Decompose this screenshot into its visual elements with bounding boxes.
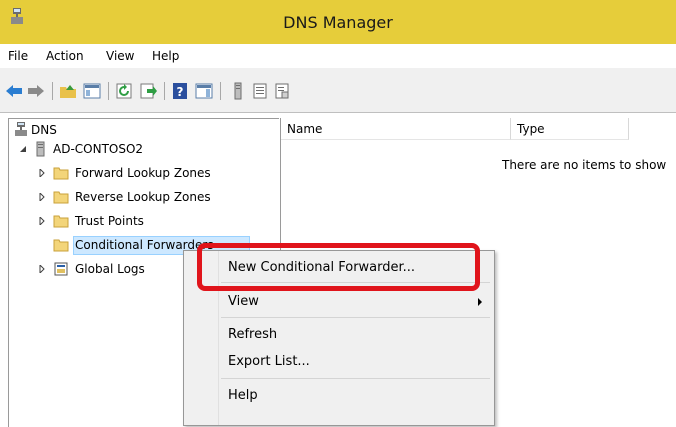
- server-node-icon: [36, 141, 45, 157]
- dns-root-icon: [15, 122, 27, 136]
- folder-icon: [53, 191, 69, 204]
- back-icon[interactable]: [4, 81, 24, 101]
- help-icon[interactable]: ?: [170, 81, 190, 101]
- menu-view[interactable]: View: [106, 49, 134, 63]
- submenu-arrow-icon: [478, 298, 482, 306]
- expand-icon[interactable]: [39, 169, 47, 177]
- menu-item-view[interactable]: View: [228, 294, 259, 309]
- tree-label-reverse-lookup-zones: Reverse Lookup Zones: [75, 190, 211, 204]
- tree-label-dns: DNS: [31, 123, 57, 137]
- tree-node-trust-points[interactable]: Trust Points: [33, 212, 273, 232]
- tree-label-server: AD-CONTOSO2: [53, 142, 144, 156]
- window-title: DNS Manager: [283, 13, 393, 32]
- menu-file[interactable]: File: [8, 49, 28, 63]
- tree-label-trust-points: Trust Points: [75, 214, 144, 228]
- collapse-icon[interactable]: [19, 145, 27, 153]
- tree-node-forward-lookup-zones[interactable]: Forward Lookup Zones: [33, 164, 273, 184]
- up-folder-icon[interactable]: [58, 81, 78, 101]
- expand-icon[interactable]: [39, 265, 47, 273]
- event-log-icon: [54, 262, 68, 276]
- tree-label-global-logs: Global Logs: [75, 262, 145, 276]
- forward-icon[interactable]: [26, 81, 46, 101]
- tree-label-forward-lookup-zones: Forward Lookup Zones: [75, 166, 211, 180]
- folder-icon: [53, 215, 69, 228]
- callout-highlight: [197, 243, 480, 291]
- expand-icon[interactable]: [39, 217, 47, 225]
- column-header-name[interactable]: Name: [281, 118, 511, 140]
- menu-item-refresh[interactable]: Refresh: [228, 327, 277, 342]
- export-list-icon[interactable]: [138, 81, 158, 101]
- menu-help[interactable]: Help: [152, 49, 179, 63]
- menu-item-export-list[interactable]: Export List...: [228, 354, 310, 369]
- properties-icon[interactable]: [272, 81, 292, 101]
- menu-item-help[interactable]: Help: [228, 388, 258, 403]
- list-view-icon[interactable]: [250, 81, 270, 101]
- menu-bar: File Action View Help: [0, 44, 676, 68]
- folder-icon: [53, 239, 69, 252]
- menu-action[interactable]: Action: [46, 49, 84, 63]
- expand-icon[interactable]: [39, 193, 47, 201]
- svg-text:?: ?: [177, 85, 184, 99]
- tree-node-reverse-lookup-zones[interactable]: Reverse Lookup Zones: [33, 188, 273, 208]
- toolbar: ?: [0, 68, 676, 113]
- server-icon[interactable]: [228, 81, 248, 101]
- tree-node-dns[interactable]: DNS: [13, 121, 213, 141]
- column-header-type[interactable]: Type: [511, 118, 629, 140]
- show-action-pane-icon[interactable]: [194, 81, 214, 101]
- show-tree-icon[interactable]: [82, 81, 102, 101]
- refresh-icon[interactable]: [114, 81, 134, 101]
- empty-list-message: There are no items to show: [502, 158, 667, 172]
- folder-icon: [53, 167, 69, 180]
- tree-node-server[interactable]: AD-CONTOSO2: [13, 140, 233, 160]
- title-bar: DNS Manager: [0, 0, 676, 44]
